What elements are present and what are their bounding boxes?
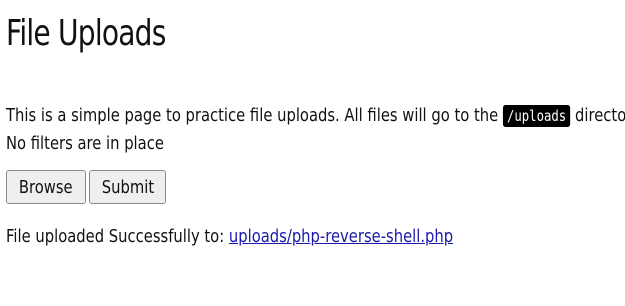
upload-status: File uploaded Successfully to: uploads/p…	[6, 224, 509, 250]
page-description: This is a simple page to practice file u…	[6, 102, 625, 158]
upload-form: Browse Submit	[6, 170, 619, 204]
description-text: This is a simple page to practice file u…	[6, 105, 503, 126]
uploads-path-code: /uploads	[502, 105, 571, 127]
uploaded-file-link[interactable]: uploads/php-reverse-shell.php	[229, 226, 453, 247]
description-line-1: This is a simple page to practice file u…	[6, 102, 625, 130]
page-title: File Uploads	[6, 13, 166, 54]
submit-button-label: Submit	[101, 176, 154, 198]
filters-note: No filters are in place	[6, 133, 164, 154]
browse-button[interactable]: Browse	[6, 170, 86, 204]
submit-button[interactable]: Submit	[88, 170, 167, 204]
status-message: File uploaded Successfully to:	[6, 226, 229, 247]
browse-button-label: Browse	[18, 176, 73, 198]
description-suffix: directory	[575, 105, 625, 126]
page-content: File Uploads This is a simple page to pr…	[6, 0, 625, 250]
